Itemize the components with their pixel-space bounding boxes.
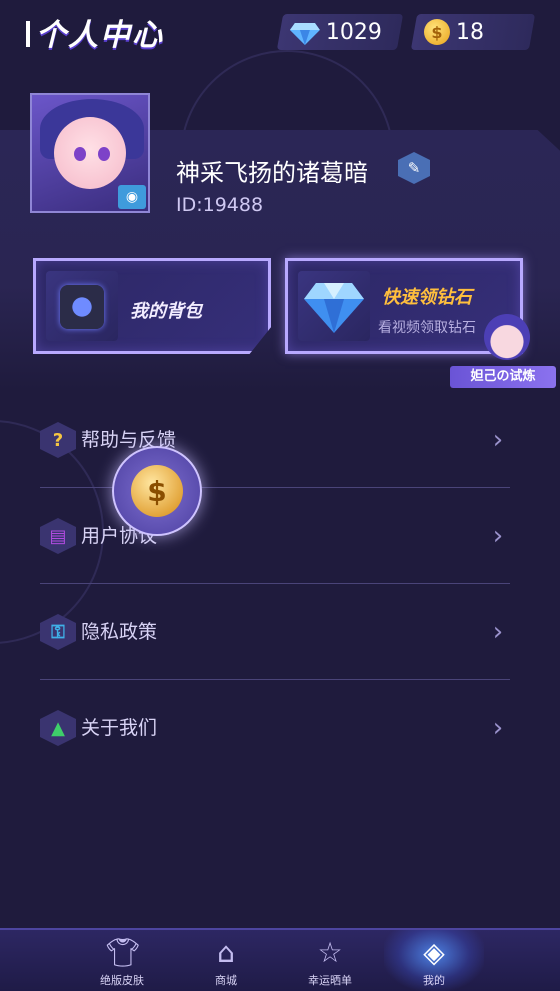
shirt-icon: 👕︎ bbox=[105, 936, 141, 969]
menu-label: 隐私政策 bbox=[81, 621, 158, 643]
menu-item-user-agreement[interactable]: ▤ 用户协议 › bbox=[40, 488, 510, 584]
nav-item-mine[interactable]: ◈ 我的 bbox=[384, 930, 484, 991]
avatar-eye bbox=[98, 147, 110, 161]
diamond-icon bbox=[290, 22, 320, 44]
nav-label: 我的 bbox=[423, 974, 445, 987]
nav-item-skins[interactable]: 👕︎ 绝版皮肤 bbox=[72, 930, 172, 991]
warning-icon: ▲ bbox=[40, 710, 76, 746]
nav-label: 商城 bbox=[215, 974, 237, 987]
nav-label: 绝版皮肤 bbox=[100, 974, 144, 987]
diamond-balance[interactable]: 1029 bbox=[276, 14, 404, 50]
menu-label: 关于我们 bbox=[81, 717, 158, 739]
chevron-right-icon: › bbox=[492, 617, 504, 647]
bag-icon bbox=[60, 285, 104, 329]
my-bag-button[interactable]: 我的背包 bbox=[33, 258, 271, 354]
big-diamond-icon bbox=[304, 283, 364, 333]
bottom-nav: 👕︎ 绝版皮肤 ⌂ 商城 ☆ 幸运晒单 ◈ 我的 bbox=[0, 928, 560, 991]
lock-icon: ⚿ bbox=[40, 614, 76, 650]
diamond-icon-box bbox=[298, 271, 370, 341]
coin-icon: $ bbox=[424, 19, 450, 45]
diamond-count: 1029 bbox=[326, 19, 382, 45]
chibi-avatar bbox=[484, 314, 530, 360]
settings-menu: ? 帮助与反馈 › ▤ 用户协议 › ⚿ 隐私政策 › ▲ 关于我们 › bbox=[40, 392, 510, 775]
coin-count: 18 bbox=[456, 19, 484, 45]
diamond-nav-icon: ◈ bbox=[423, 936, 445, 969]
user-id: ID:19488 bbox=[176, 194, 264, 216]
camera-icon[interactable]: ◉ bbox=[118, 185, 146, 209]
trial-badge-label: 妲己の试炼 bbox=[450, 366, 556, 388]
chevron-right-icon: › bbox=[492, 521, 504, 551]
avatar[interactable]: ◉ bbox=[30, 93, 150, 213]
nav-item-shop[interactable]: ⌂ 商城 bbox=[176, 930, 276, 991]
header: 个人中心 1029 $ 18 bbox=[0, 0, 560, 70]
shop-icon: ⌂ bbox=[217, 936, 235, 969]
nav-item-lucky[interactable]: ☆ 幸运晒单 bbox=[280, 930, 380, 991]
menu-item-help[interactable]: ? 帮助与反馈 › bbox=[40, 392, 510, 488]
chevron-right-icon: › bbox=[492, 713, 504, 743]
question-icon: ? bbox=[40, 422, 76, 458]
coin-balance[interactable]: $ 18 bbox=[410, 14, 536, 50]
document-icon: ▤ bbox=[40, 518, 76, 554]
avatar-face bbox=[54, 117, 126, 189]
diamond-title: 快速领钻石 bbox=[382, 287, 472, 308]
star-icon: ☆ bbox=[317, 936, 343, 969]
trial-badge[interactable]: 妲己の试炼 bbox=[450, 314, 556, 388]
chevron-right-icon: › bbox=[492, 425, 504, 455]
bag-icon-box bbox=[46, 271, 118, 341]
avatar-eye bbox=[74, 147, 86, 161]
menu-item-privacy[interactable]: ⚿ 隐私政策 › bbox=[40, 584, 510, 680]
floating-coin-button[interactable]: $ bbox=[112, 446, 202, 536]
bag-title: 我的背包 bbox=[130, 301, 202, 322]
nav-label: 幸运晒单 bbox=[308, 974, 352, 987]
page-title: 个人中心 bbox=[26, 10, 164, 54]
coin-icon: $ bbox=[131, 465, 183, 517]
menu-item-about[interactable]: ▲ 关于我们 › bbox=[40, 680, 510, 775]
nickname: 神采飞扬的诸葛暗 bbox=[176, 159, 368, 187]
